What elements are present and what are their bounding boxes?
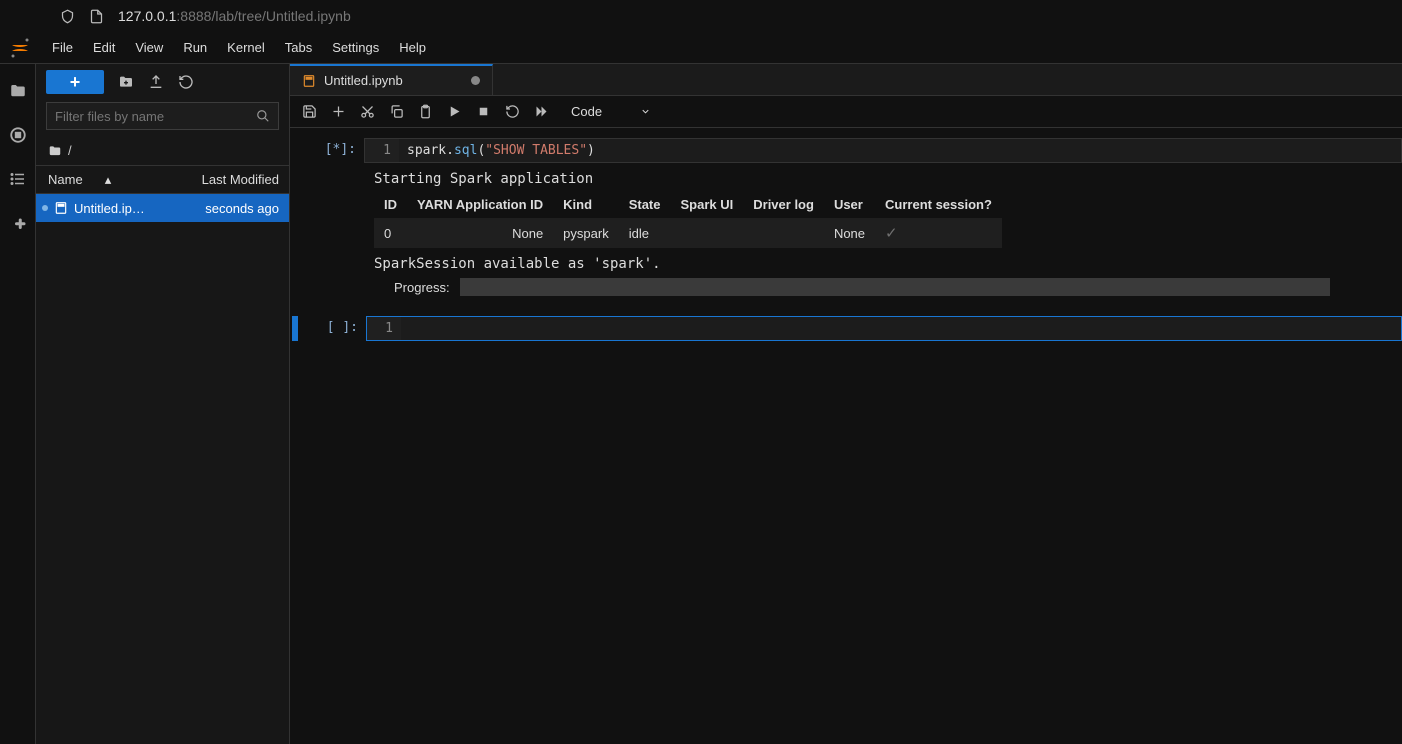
browser-address-bar: 127.0.0.1:8888/lab/tree/Untitled.ipynb bbox=[0, 0, 1402, 32]
menu-file[interactable]: File bbox=[42, 36, 83, 59]
file-browser: + / Name ▴ Last Modified Untitled.ip… se… bbox=[36, 64, 290, 744]
new-launcher-button[interactable]: + bbox=[46, 70, 104, 94]
cell-input[interactable]: 1 bbox=[366, 316, 1402, 341]
menu-run[interactable]: Run bbox=[173, 36, 217, 59]
input-prompt: [ ]: bbox=[298, 316, 366, 335]
th-session: Current session? bbox=[875, 191, 1002, 218]
td-session: ✓ bbox=[875, 218, 1002, 248]
code-editor[interactable]: spark.sql("SHOW TABLES") bbox=[399, 139, 1401, 162]
restart-run-all-icon[interactable] bbox=[534, 104, 549, 119]
col-modified-label[interactable]: Last Modified bbox=[186, 172, 289, 187]
extensions-icon[interactable] bbox=[9, 214, 27, 232]
th-yarn: YARN Application ID bbox=[407, 191, 553, 218]
page-icon bbox=[89, 9, 104, 24]
sort-asc-icon[interactable]: ▴ bbox=[105, 172, 112, 188]
line-number: 1 bbox=[365, 139, 399, 162]
file-row[interactable]: Untitled.ip… seconds ago bbox=[36, 194, 289, 222]
cell-output: Starting Spark application ID YARN Appli… bbox=[364, 165, 1402, 314]
upload-icon[interactable] bbox=[148, 74, 164, 90]
output-session-line: SparkSession available as 'spark'. bbox=[374, 256, 1392, 272]
td-yarn: None bbox=[407, 218, 553, 248]
progress-row: Progress: bbox=[394, 278, 1392, 296]
folder-icon bbox=[48, 144, 62, 158]
run-icon[interactable] bbox=[447, 104, 462, 119]
menu-kernel[interactable]: Kernel bbox=[217, 36, 275, 59]
notebook-icon bbox=[54, 201, 68, 215]
chevron-down-icon bbox=[640, 106, 651, 117]
save-icon[interactable] bbox=[302, 104, 317, 119]
notebook-body[interactable]: [*]: 1 spark.sql("SHOW TABLES") Starting… bbox=[290, 128, 1402, 744]
td-driverlog bbox=[743, 218, 824, 248]
cut-icon[interactable] bbox=[360, 104, 375, 119]
th-driverlog: Driver log bbox=[743, 191, 824, 218]
cell-input[interactable]: 1 spark.sql("SHOW TABLES") bbox=[364, 138, 1402, 163]
table-row: 0 None pyspark idle None ✓ bbox=[374, 218, 1002, 248]
copy-icon[interactable] bbox=[389, 104, 404, 119]
output-starting: Starting Spark application bbox=[374, 171, 1392, 187]
folder-icon[interactable] bbox=[9, 82, 27, 100]
progress-label: Progress: bbox=[394, 280, 450, 295]
th-state: State bbox=[619, 191, 671, 218]
interrupt-icon[interactable] bbox=[476, 104, 491, 119]
input-prompt: [*]: bbox=[296, 138, 364, 157]
running-dot-icon bbox=[42, 205, 48, 211]
menu-bar: File Edit View Run Kernel Tabs Settings … bbox=[0, 32, 1402, 64]
search-icon bbox=[256, 109, 270, 123]
add-cell-icon[interactable] bbox=[331, 104, 346, 119]
activity-bar bbox=[0, 64, 36, 744]
td-state: idle bbox=[619, 218, 671, 248]
th-sparkui: Spark UI bbox=[671, 191, 744, 218]
menu-tabs[interactable]: Tabs bbox=[275, 36, 322, 59]
cell-type-label: Code bbox=[571, 104, 602, 119]
th-id: ID bbox=[374, 191, 407, 218]
code-cell[interactable]: [*]: 1 spark.sql("SHOW TABLES") bbox=[290, 136, 1402, 165]
notebook-icon bbox=[302, 74, 316, 88]
filter-box[interactable] bbox=[46, 102, 279, 130]
tab-label: Untitled.ipynb bbox=[324, 73, 403, 88]
line-number: 1 bbox=[367, 317, 401, 340]
cell-type-select[interactable]: Code bbox=[563, 102, 659, 121]
running-icon[interactable] bbox=[9, 126, 27, 144]
tab-untitled[interactable]: Untitled.ipynb bbox=[290, 64, 493, 95]
td-user: None bbox=[824, 218, 875, 248]
breadcrumb[interactable]: / bbox=[36, 136, 289, 166]
td-sparkui bbox=[671, 218, 744, 248]
unsaved-dot-icon[interactable] bbox=[471, 76, 480, 85]
menu-view[interactable]: View bbox=[125, 36, 173, 59]
menu-edit[interactable]: Edit bbox=[83, 36, 125, 59]
th-user: User bbox=[824, 191, 875, 218]
restart-icon[interactable] bbox=[505, 104, 520, 119]
new-folder-icon[interactable] bbox=[118, 74, 134, 90]
url-text[interactable]: 127.0.0.1:8888/lab/tree/Untitled.ipynb bbox=[118, 8, 351, 24]
toc-icon[interactable] bbox=[9, 170, 27, 188]
filter-input[interactable] bbox=[55, 109, 256, 124]
file-browser-toolbar: + bbox=[36, 64, 289, 100]
main-dock: Untitled.ipynb Code [*]: 1 spark.sql("SH… bbox=[290, 64, 1402, 744]
th-kind: Kind bbox=[553, 191, 619, 218]
refresh-icon[interactable] bbox=[178, 74, 194, 90]
notebook-toolbar: Code bbox=[290, 96, 1402, 128]
file-name: Untitled.ip… bbox=[74, 201, 205, 216]
menu-settings[interactable]: Settings bbox=[322, 36, 389, 59]
menu-help[interactable]: Help bbox=[389, 36, 436, 59]
breadcrumb-path: / bbox=[68, 143, 72, 158]
col-name-label[interactable]: Name bbox=[48, 172, 83, 187]
jupyter-logo-icon bbox=[8, 36, 32, 60]
code-editor[interactable] bbox=[401, 317, 1401, 340]
td-id: 0 bbox=[374, 218, 407, 248]
paste-icon[interactable] bbox=[418, 104, 433, 119]
file-list-header: Name ▴ Last Modified bbox=[36, 166, 289, 194]
td-kind: pyspark bbox=[553, 218, 619, 248]
progress-bar bbox=[460, 278, 1330, 296]
shield-icon bbox=[60, 9, 75, 24]
code-cell[interactable]: [ ]: 1 bbox=[290, 314, 1402, 343]
spark-app-table: ID YARN Application ID Kind State Spark … bbox=[374, 191, 1002, 248]
file-modified: seconds ago bbox=[205, 201, 289, 216]
tab-bar: Untitled.ipynb bbox=[290, 64, 1402, 96]
